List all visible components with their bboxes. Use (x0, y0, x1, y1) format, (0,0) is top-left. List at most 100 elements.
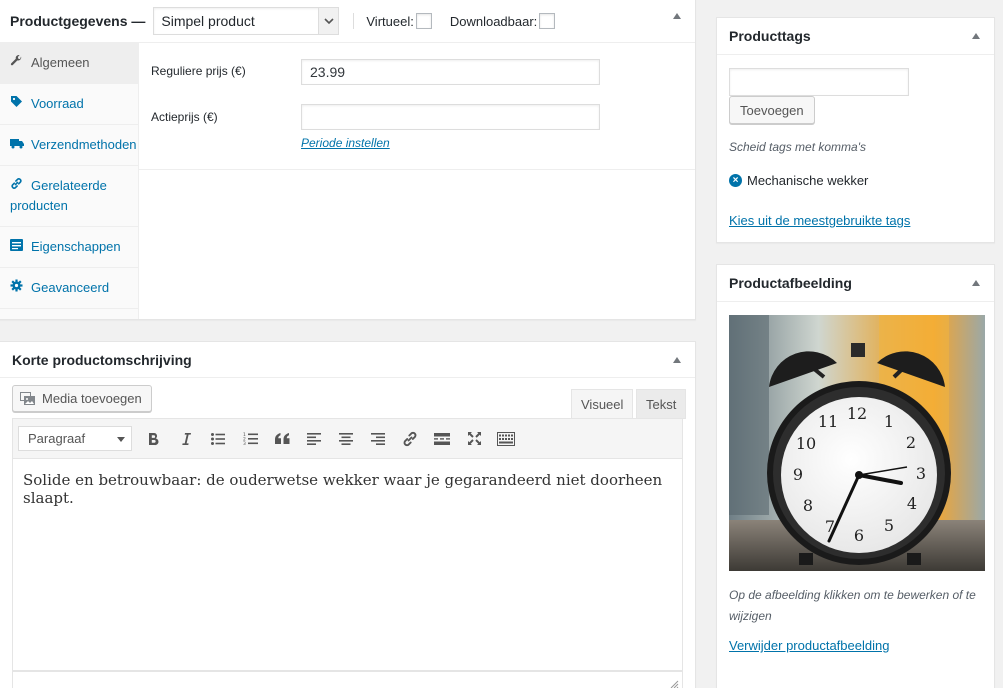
toolbar-toggle-button[interactable] (490, 424, 522, 454)
virtual-option: Virtueel: (366, 13, 432, 29)
remove-tag-icon[interactable]: × (729, 174, 742, 187)
format-select-value: Paragraaf (28, 431, 86, 446)
tab-text-label: Tekst (646, 396, 677, 412)
tab-attributes-label: Eigenschappen (31, 239, 121, 254)
product-image[interactable]: 12 1 2 3 4 5 6 7 8 9 10 11 (729, 315, 985, 571)
add-tag-label: Toevoegen (740, 102, 804, 118)
gear-icon (10, 278, 24, 298)
insert-link-button[interactable] (394, 424, 426, 454)
align-right-icon (371, 432, 385, 445)
editor-paragraph: Solide en betrouwbaar: de ouderwetse wek… (23, 471, 663, 507)
tag-item: × Mechanische wekker (729, 173, 868, 188)
regular-price-input[interactable]: 23.99 (301, 59, 600, 85)
tags-hint: Scheid tags met komma's (729, 140, 867, 154)
regular-price-value: 23.99 (310, 64, 346, 80)
divider (353, 13, 355, 29)
svg-text:8: 8 (803, 496, 813, 515)
collapse-toggle-icon[interactable] (673, 13, 681, 19)
alarm-clock-photo: 12 1 2 3 4 5 6 7 8 9 10 11 (729, 315, 985, 571)
tab-linked-products[interactable]: Gerelateerde producten (0, 166, 138, 227)
format-select[interactable]: Paragraaf (18, 426, 132, 451)
sale-price-label: Actieprijs (€) (151, 110, 218, 124)
editor-status-bar (12, 671, 683, 688)
general-panel: Reguliere prijs (€) 23.99 Actieprijs (€)… (139, 43, 695, 170)
svg-text:9: 9 (793, 465, 803, 484)
downloadable-checkbox[interactable] (539, 13, 556, 29)
svg-text:6: 6 (854, 526, 864, 545)
svg-text:10: 10 (796, 434, 816, 453)
svg-text:12: 12 (847, 404, 867, 423)
product-tags-title: Producttags (729, 28, 811, 44)
tag-label: Mechanische wekker (747, 173, 869, 188)
resize-handle-icon[interactable] (669, 679, 679, 688)
align-right-button[interactable] (362, 424, 394, 454)
tab-advanced[interactable]: Geavanceerd (0, 268, 138, 309)
blockquote-button[interactable] (266, 424, 298, 454)
chevron-down-icon (117, 437, 125, 442)
fullscreen-icon (467, 432, 481, 445)
bold-icon (149, 432, 159, 445)
read-more-button[interactable] (426, 424, 458, 454)
popular-tags-link[interactable]: Kies uit de meestgebruikte tags (729, 213, 910, 228)
numbered-list-icon: 123 (243, 432, 258, 445)
add-media-button[interactable]: Media toevoegen (12, 385, 152, 412)
short-description-box: Korte productomschrijving Media toevoege… (0, 341, 696, 688)
product-type-select[interactable]: Simpel product (153, 7, 340, 35)
link-icon (10, 176, 24, 196)
virtual-label: Virtueel: (366, 13, 414, 29)
quote-icon (274, 433, 289, 444)
product-tags-box: Producttags Toevoegen Scheid tags met ko… (716, 17, 995, 243)
numbered-list-button[interactable]: 123 (234, 424, 266, 454)
wrench-icon (10, 53, 24, 73)
tab-inventory-label: Voorraad (31, 96, 84, 111)
svg-text:5: 5 (884, 516, 894, 535)
media-icon (20, 391, 36, 406)
tab-general-label: Algemeen (31, 55, 90, 70)
regular-price-label: Reguliere prijs (€) (151, 64, 246, 78)
downloadable-label: Downloadbaar: (449, 13, 538, 29)
collapse-toggle-icon[interactable] (673, 357, 681, 363)
tab-text[interactable]: Tekst (636, 389, 687, 419)
truck-icon (10, 135, 24, 155)
collapse-toggle-icon[interactable] (972, 280, 980, 286)
add-media-label: Media toevoegen (42, 391, 142, 406)
product-data-box: Productgegevens — Simpel product Virtuee… (0, 0, 696, 320)
tab-attributes[interactable]: Eigenschappen (0, 227, 138, 268)
link-icon (403, 431, 417, 446)
bold-button[interactable] (138, 424, 170, 454)
product-tags-header: Producttags (717, 18, 994, 55)
product-data-tabs: Algemeen Voorraad Verzendmethoden Gerela… (0, 43, 139, 319)
list-icon (10, 237, 24, 257)
short-description-header: Korte productomschrijving (0, 342, 695, 378)
editor-content[interactable]: Solide en betrouwbaar: de ouderwetse wek… (12, 459, 683, 671)
tab-general[interactable]: Algemeen (0, 43, 138, 84)
tab-advanced-label: Geavanceerd (31, 280, 110, 295)
tag-input[interactable] (729, 68, 909, 96)
tab-shipping-label: Verzendmethoden (31, 137, 137, 152)
editor-toolbar: Paragraaf 123 (12, 418, 683, 459)
tab-shipping[interactable]: Verzendmethoden (0, 125, 138, 166)
chevron-down-icon (318, 8, 339, 34)
sale-price-input[interactable] (301, 104, 600, 130)
fullscreen-button[interactable] (458, 424, 490, 454)
svg-text:3: 3 (916, 464, 926, 483)
tab-visual-label: Visueel (581, 396, 624, 412)
italic-icon (182, 432, 191, 445)
tab-inventory[interactable]: Voorraad (0, 84, 138, 125)
tab-visual[interactable]: Visueel (571, 389, 634, 419)
regular-price-row: Reguliere prijs (€) (151, 64, 301, 78)
add-tag-button[interactable]: Toevoegen (729, 96, 815, 124)
downloadable-option: Downloadbaar: (449, 13, 556, 29)
product-image-header: Productafbeelding (717, 265, 994, 302)
align-left-icon (307, 432, 321, 445)
schedule-link[interactable]: Periode instellen (301, 136, 390, 150)
align-center-button[interactable] (330, 424, 362, 454)
product-data-title: Productgegevens — (10, 13, 146, 29)
svg-text:1: 1 (884, 412, 894, 431)
align-left-button[interactable] (298, 424, 330, 454)
remove-image-link[interactable]: Verwijder productafbeelding (729, 638, 889, 653)
italic-button[interactable] (170, 424, 202, 454)
collapse-toggle-icon[interactable] (972, 33, 980, 39)
virtual-checkbox[interactable] (415, 13, 432, 29)
bullet-list-button[interactable] (202, 424, 234, 454)
